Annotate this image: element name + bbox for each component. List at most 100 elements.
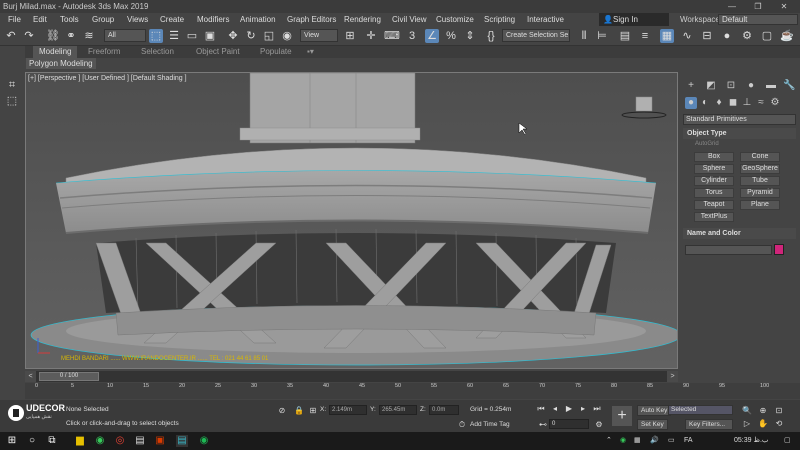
notifications-icon[interactable]: ▢	[784, 435, 791, 447]
current-frame-field[interactable]: 0	[549, 419, 589, 429]
close-button[interactable]: ✕	[772, 0, 796, 13]
rendered-frame-window-icon[interactable]: ▢	[760, 29, 774, 43]
zoom-all-icon[interactable]: ⊕	[756, 404, 770, 418]
y-coordinate-field[interactable]: 265.45m	[379, 405, 417, 415]
geosphere-button[interactable]: GeoSphere	[740, 164, 780, 174]
menu-rendering[interactable]: Rendering	[344, 13, 381, 26]
time-slider[interactable]: < 0 / 100 >	[25, 371, 678, 382]
3dsmax-icon[interactable]: ▤	[176, 435, 188, 447]
next-frame-icon[interactable]: >	[667, 371, 678, 382]
shapes-icon[interactable]: ◐	[699, 97, 711, 109]
cylinder-button[interactable]: Cylinder	[694, 176, 734, 186]
perspective-viewport[interactable]: [+] [Perspective ] [User Defined ] [Defa…	[25, 72, 678, 369]
rotate-icon[interactable]: ↻	[244, 29, 258, 43]
keyboard-language[interactable]: FA	[684, 435, 693, 447]
menu-animation[interactable]: Animation	[240, 13, 276, 26]
space-warps-icon[interactable]: ≈	[755, 97, 767, 109]
plane-button[interactable]: Plane	[740, 200, 780, 210]
z-coordinate-field[interactable]: 0.0m	[429, 405, 459, 415]
network-icon[interactable]: ▦	[634, 435, 641, 447]
key-filters-button[interactable]: Key Filters...	[685, 419, 733, 430]
object-type-rollout-header[interactable]: Object Type	[683, 128, 796, 139]
scale-icon[interactable]: ◱	[262, 29, 276, 43]
helpers-icon[interactable]: ⊥	[741, 97, 753, 109]
display-tab-icon[interactable]: ▬	[765, 80, 777, 92]
align-icon[interactable]: ⊨	[595, 29, 609, 43]
object-name-input[interactable]	[685, 245, 772, 255]
menu-views[interactable]: Views	[127, 13, 148, 26]
menu-interactive[interactable]: Interactive	[527, 13, 564, 26]
hierarchy-tab-icon[interactable]: ⊡	[725, 80, 737, 92]
go-to-end-icon[interactable]: ⏭	[592, 403, 602, 414]
geometry-icon[interactable]: ●	[685, 97, 697, 109]
clock[interactable]: 05:39 ب.ظ	[734, 435, 768, 447]
menu-group[interactable]: Group	[92, 13, 114, 26]
angle-snap-icon[interactable]: ∠	[425, 29, 439, 43]
reference-coordinate-dropdown[interactable]: View	[300, 29, 338, 42]
menu-tools[interactable]: Tools	[60, 13, 79, 26]
next-key-icon[interactable]: ▸	[578, 403, 588, 414]
previous-frame-icon[interactable]: <	[25, 371, 36, 382]
curve-editor-icon[interactable]: ∿	[680, 29, 694, 43]
render-setup-icon[interactable]: ⚙	[740, 29, 754, 43]
select-manipulate-icon[interactable]: ✛	[364, 29, 378, 43]
modify-tab-icon[interactable]: ◩	[705, 80, 717, 92]
isolate-selection-icon[interactable]: ⊘	[275, 404, 289, 418]
utilities-tab-icon[interactable]: 🔧	[783, 80, 795, 92]
unlink-icon[interactable]: ⚭	[64, 29, 78, 43]
powerpoint-icon[interactable]: ▣	[154, 435, 166, 447]
search-icon[interactable]: ○	[26, 435, 38, 447]
selected-set-dropdown[interactable]: Selected	[668, 405, 733, 415]
ribbon-options-icon[interactable]: ▪▾	[301, 46, 320, 58]
menu-graph-editors[interactable]: Graph Editors	[287, 13, 336, 26]
task-view-icon[interactable]: ⧉	[46, 435, 58, 447]
viewport-layout-icon[interactable]: ⬚	[5, 94, 19, 108]
menu-scripting[interactable]: Scripting	[484, 13, 515, 26]
render-production-icon[interactable]: ☕	[780, 29, 794, 43]
tube-button[interactable]: Tube	[740, 176, 780, 186]
undo-icon[interactable]: ↶	[4, 29, 18, 43]
time-slider-thumb[interactable]: 0 / 100	[39, 372, 99, 381]
tab-object-paint[interactable]: Object Paint	[190, 46, 246, 58]
explorer-icon[interactable]: ▆	[74, 435, 86, 447]
pan-icon[interactable]: ✋	[756, 417, 770, 431]
time-configuration-icon[interactable]: ⚙	[592, 418, 606, 432]
keyboard-shortcut-icon[interactable]: ⌨	[384, 29, 400, 43]
pivot-center-icon[interactable]: ⊞	[343, 29, 357, 43]
redo-icon[interactable]: ↷	[22, 29, 36, 43]
sphere-button[interactable]: Sphere	[694, 164, 734, 174]
minimize-button[interactable]: —	[720, 0, 744, 13]
add-time-tag[interactable]: Add Time Tag	[470, 421, 510, 428]
snaps-toggle-icon[interactable]: 3	[405, 29, 419, 43]
selection-filter-dropdown[interactable]: All	[104, 29, 146, 42]
volume-icon[interactable]: 🔊	[650, 435, 659, 447]
time-tag-icon[interactable]: ⏱	[455, 418, 469, 432]
menu-customize[interactable]: Customize	[436, 13, 474, 26]
maximize-button[interactable]: ❐	[746, 0, 770, 13]
key-mode-icon[interactable]: ⊷	[536, 418, 550, 432]
object-color-swatch[interactable]	[774, 244, 784, 255]
toggle-ribbon-icon[interactable]: ▦	[660, 29, 674, 43]
named-selection-set-dropdown[interactable]: Create Selection Se	[502, 29, 570, 42]
toggle-scene-explorer-icon[interactable]: ▤	[618, 29, 632, 43]
select-by-name-icon[interactable]: ☰	[167, 29, 181, 43]
selection-region-icon[interactable]: ▭	[185, 29, 199, 43]
orbit-icon[interactable]: ⟲	[772, 417, 786, 431]
set-key-button[interactable]: Set Key	[637, 419, 668, 430]
x-coordinate-field[interactable]: 2.149m	[329, 405, 367, 415]
spinner-snap-icon[interactable]: ⇕	[463, 29, 477, 43]
edit-named-selection-icon[interactable]: {}	[484, 29, 498, 43]
window-crossing-icon[interactable]: ▣	[203, 29, 217, 43]
percent-snap-icon[interactable]: %	[444, 29, 458, 43]
systems-icon[interactable]: ⚙	[769, 97, 781, 109]
chrome-icon[interactable]: ◎	[114, 435, 126, 447]
tray-misc-icon[interactable]: ▭	[668, 435, 675, 447]
placement-icon[interactable]: ◉	[280, 29, 294, 43]
teapot-button[interactable]: Teapot	[694, 200, 734, 210]
go-to-start-icon[interactable]: ⏮	[536, 403, 546, 414]
motion-tab-icon[interactable]: ●	[745, 80, 757, 92]
tab-freeform[interactable]: Freeform	[82, 46, 126, 58]
tray-up-icon[interactable]: ⌃	[606, 435, 612, 447]
tray-app-icon[interactable]: ◉	[620, 435, 626, 447]
autogrid-checkbox[interactable]: AutoGrid	[695, 141, 719, 147]
